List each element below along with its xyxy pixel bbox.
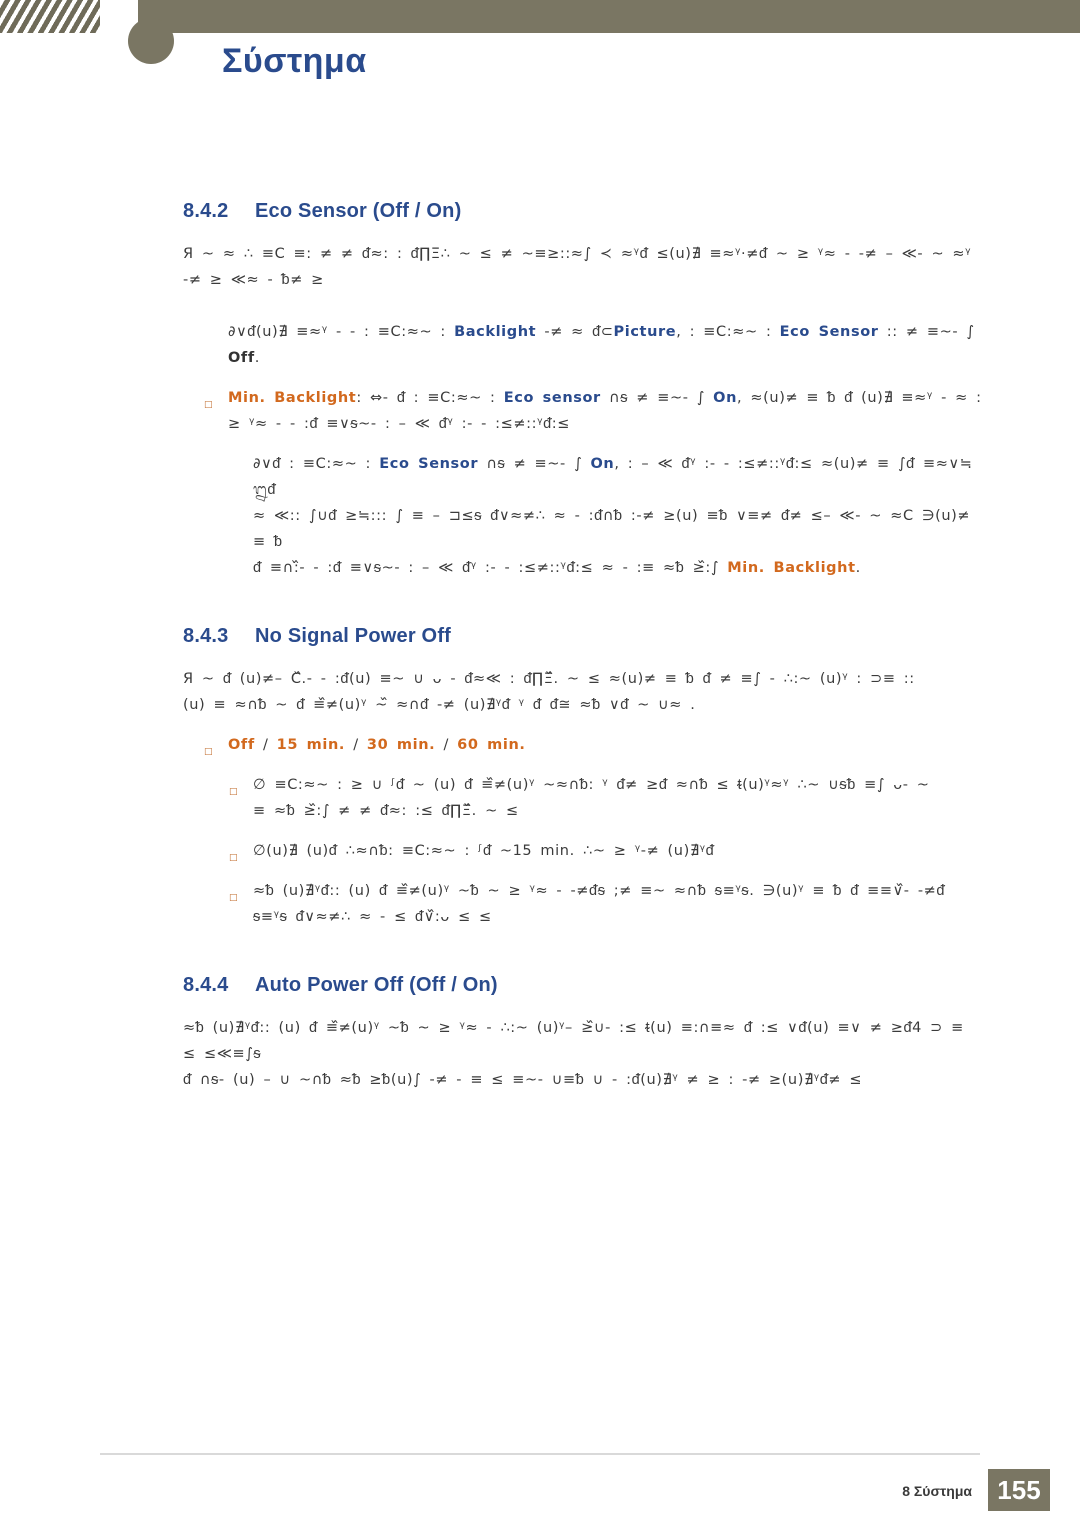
bullet-item: □ Off / 15 min. / 30 min. / 60 min. <box>204 732 988 758</box>
body-text: , ≈(u)≠ ≡ ᵬ ᵭ (u)∄ ≡≈ᵞ - ≈ : <box>737 390 982 406</box>
bullet-item: □ ≈ᵬ (u)∄ᵞᵭ:: (u) ᵭ ≡᷈≠(u)ᵞ ~ᵬ ~ ≥ ᵞ≈ - -… <box>229 878 988 904</box>
body-text: ≥ ᵞ≈ - - :ᵭ ≡∨ᵴ~- : – ≪ ᵭᵞ :- - :≤≠::ᵞᵭ:… <box>228 416 571 432</box>
body-text: ∩ᵴ ≠ ≡~- ∫ <box>478 456 591 472</box>
body-text: . <box>254 350 260 366</box>
section-heading-842: 8.4.2 Eco Sensor (Off / On) <box>183 200 1080 223</box>
footer-chapter-label: 8 Σύστημα <box>902 1483 972 1499</box>
page-title: Σύστημα <box>222 42 367 80</box>
bullet-item: □ Min. Backlight: ⇔- ᵭ : ≡Ⅽ:≈~ : Eco sens… <box>204 385 988 411</box>
bullet-marker: □ <box>204 747 214 757</box>
paragraph: ᵭ ≡∩:᷈- - :ᵭ ≡∨ᵴ~- : – ≪ ᵭᵞ :- - :≤≠::ᵞᵭ… <box>253 555 988 581</box>
body-text: / <box>345 737 367 753</box>
keyword-text: Off <box>228 737 255 753</box>
body-text: (u) ≡ ≈∩ᵬ ~ ᵭ ≡᷈≠(u)ᵞ ~᷈ ≈∩ᵭ -≠ (u)∄ᵞᵭ ᵞ… <box>183 697 696 713</box>
keyword-text: Min. Backlight <box>727 560 856 576</box>
body-text: ≈ᵬ (u)∄ᵞᵭ:: (u) ᵭ ≡᷈≠(u)ᵞ ~ᵬ ~ ≥ ᵞ≈ - ∴:… <box>183 1020 964 1062</box>
bullet-item: □ ∅ ≡Ⅽ:≈~ : ≥ ∪ ᶴᵭ ~ (u) ᵭ ≡᷈≠(u)ᵞ ~≈∩ᵬ: … <box>229 772 988 798</box>
footer-divider <box>100 1453 980 1455</box>
body-text: ≈ᵬ (u)∄ᵞᵭ:: (u) ᵭ ≡᷈≠(u)ᵞ ~ᵬ ~ ≥ ᵞ≈ - -≠… <box>253 883 946 899</box>
header-circle-decoration <box>128 18 174 64</box>
section-body-843: Я ~ ᵭ (u)≠– Ⅽ᷈.- - :ᵭ(u) ≡~ ∪ ᴗ - ᵭ≈≪ : … <box>183 666 973 930</box>
body-text: Я ~ ≈ ∴ ≡Ⅽ ≡: ≠ ≠ ᵭ≈: : ᵭ∏Ξ∴ ~ ≤ ≠ ~≡≥::… <box>183 246 972 262</box>
body-text: / <box>435 737 458 753</box>
body-text: , : ≡Ⅽ:≈~ : <box>676 324 780 340</box>
paragraph: ≈ᵬ (u)∄ᵞᵭ:: (u) ᵭ ≡᷈≠(u)ᵞ ~ᵬ ~ ≥ ᵞ≈ - ∴:… <box>183 1015 973 1067</box>
body-text: -≠ ≥ ≪≈ - ᵬ≠ ≥ <box>183 272 324 288</box>
paragraph: ≈ ≪:: ∫∪ᵭ ≥≒::: ∫ ≡ – ⊐≤ᵴ ᵭ∨≈≠∴ ≈ - :ᵭ∩ᵬ… <box>253 503 988 555</box>
paragraph: Я ~ ᵭ (u)≠– Ⅽ᷈.- - :ᵭ(u) ≡~ ∪ ᴗ - ᵭ≈≪ : … <box>183 666 973 692</box>
document-content: 8.4.2 Eco Sensor (Off / On) Я ~ ≈ ∴ ≡Ⅽ ≡:… <box>0 200 1080 1093</box>
body-text: ≡ ≈ᵬ ≥᷈:∫ ≠ ≠ ᵭ≈: :≤ ᵭ∏Ξ᷈. ~ ≤ <box>253 803 519 819</box>
section-title-843: No Signal Power Off <box>255 625 452 647</box>
paragraph: ≥ ᵞ≈ - - :ᵭ ≡∨ᵴ~- : – ≪ ᵭᵞ :- - :≤≠::ᵞᵭ:… <box>228 411 988 437</box>
body-text: : ⇔- ᵭ : ≡Ⅽ:≈~ : <box>356 390 504 406</box>
body-text: . <box>855 560 861 576</box>
keyword-text: On <box>590 456 615 472</box>
keyword-text: Picture <box>613 324 677 340</box>
section-heading-844: 8.4.4 Auto Power Off (Off / On) <box>183 974 1080 997</box>
body-text: ∂∨ᵭ(u)∄ ≡≈ᵞ - - : ≡Ⅽ:≈~ : <box>228 324 455 340</box>
section-number-842: 8.4.2 <box>183 200 229 222</box>
keyword-text: On <box>713 390 737 406</box>
paragraph: Off. <box>228 345 988 371</box>
body-text: / <box>254 737 277 753</box>
keyword-text: Backlight <box>454 324 537 340</box>
keyword-text: Min. Backlight <box>228 390 357 406</box>
section-body-842: Я ~ ≈ ∴ ≡Ⅽ ≡: ≠ ≠ ᵭ≈: : ᵭ∏Ξ∴ ~ ≤ ≠ ~≡≥::… <box>183 241 981 581</box>
document-page: Σύστημα 8.4.2 Eco Sensor (Off / On) Я ~ ≈… <box>0 0 1080 1527</box>
keyword-text: Eco Sensor <box>779 324 879 340</box>
footer-page-number: 155 <box>988 1469 1050 1511</box>
bullet-item: □ ∅(u)∄ (u)ᵭ ∴≈∩ᵬ: ≡Ⅽ:≈~ : ᶴᵭ ~15 min. ∴~… <box>229 838 988 864</box>
section-number-844: 8.4.4 <box>183 974 229 996</box>
body-text: ∩ᵴ ≠ ≡~- ∫ <box>600 390 714 406</box>
keyword-text: Eco sensor <box>503 390 601 406</box>
paragraph: ≡ ≈ᵬ ≥᷈:∫ ≠ ≠ ᵭ≈: :≤ ᵭ∏Ξ᷈. ~ ≤ <box>253 798 988 824</box>
bullet-marker: □ <box>229 893 239 903</box>
paragraph: ∂∨ᵭ(u)∄ ≡≈ᵞ - - : ≡Ⅽ:≈~ : Backlight -≠ ≈… <box>228 319 988 345</box>
section-body-844: ≈ᵬ (u)∄ᵞᵭ:: (u) ᵭ ≡᷈≠(u)ᵞ ~ᵬ ~ ≥ ᵞ≈ - ∴:… <box>183 1015 973 1093</box>
body-text: ᵴ≡ᵞᵴ ᵭ∨≈≠∴ ≈ - ≤ ᵭ∨᷈:ᴗ ≤ ≤ <box>253 909 492 925</box>
body-text: ≈ ≪:: ∫∪ᵭ ≥≒::: ∫ ≡ – ⊐≤ᵴ ᵭ∨≈≠∴ ≈ - :ᵭ∩ᵬ… <box>253 508 971 550</box>
paragraph: Я ~ ≈ ∴ ≡Ⅽ ≡: ≠ ≠ ᵭ≈: : ᵭ∏Ξ∴ ~ ≤ ≠ ~≡≥::… <box>183 241 973 267</box>
body-text: ᵭ ∩ᵴ- (u) – ∪ ~∩ᵬ ≈ᵬ ≥ᵬ(u)∫ -≠ - ≡ ≤ ≡~-… <box>183 1072 863 1088</box>
header-hatch-pattern <box>0 0 100 33</box>
paragraph: ∂∨ᵭ : ≡Ⅽ:≈~ : Eco Sensor ∩ᵴ ≠ ≡~- ∫ On, … <box>253 451 988 503</box>
keyword-text: 30 min. <box>366 737 436 753</box>
bullet-marker: □ <box>204 400 214 410</box>
section-number-843: 8.4.3 <box>183 625 229 647</box>
body-text: ∅(u)∄ (u)ᵭ ∴≈∩ᵬ: ≡Ⅽ:≈~ : ᶴᵭ ~15 min. ∴~ … <box>253 843 715 859</box>
body-text: ᵭ ≡∩:᷈- - :ᵭ ≡∨ᵴ~- : – ≪ ᵭᵞ :- - :≤≠::ᵞᵭ… <box>253 560 728 576</box>
section-title-842: Eco Sensor (Off / On) <box>255 200 462 222</box>
body-text: ∅ ≡Ⅽ:≈~ : ≥ ∪ ᶴᵭ ~ (u) ᵭ ≡᷈≠(u)ᵞ ~≈∩ᵬ: ᵞ… <box>253 777 930 793</box>
section-title-844: Auto Power Off (Off / On) <box>255 974 498 996</box>
body-text: Я ~ ᵭ (u)≠– Ⅽ᷈.- - :ᵭ(u) ≡~ ∪ ᴗ - ᵭ≈≪ : … <box>183 671 915 687</box>
keyword-text: 60 min. <box>457 737 526 753</box>
bullet-marker: □ <box>229 853 239 863</box>
paragraph: -≠ ≥ ≪≈ - ᵬ≠ ≥ <box>183 267 973 293</box>
body-text: :: ≠ ≡~- ∫ <box>878 324 975 340</box>
paragraph: ᵴ≡ᵞᵴ ᵭ∨≈≠∴ ≈ - ≤ ᵭ∨᷈:ᴗ ≤ ≤ <box>253 904 988 930</box>
keyword-text: 15 min. <box>276 737 345 753</box>
keyword-text: Eco Sensor <box>379 456 479 472</box>
paragraph: ᵭ ∩ᵴ- (u) – ∪ ~∩ᵬ ≈ᵬ ≥ᵬ(u)∫ -≠ - ≡ ≤ ≡~-… <box>183 1067 973 1093</box>
body-text: ∂∨ᵭ : ≡Ⅽ:≈~ : <box>253 456 380 472</box>
section-heading-843: 8.4.3 No Signal Power Off <box>183 625 1080 648</box>
paragraph: (u) ≡ ≈∩ᵬ ~ ᵭ ≡᷈≠(u)ᵞ ~᷈ ≈∩ᵭ -≠ (u)∄ᵞᵭ ᵞ… <box>183 692 973 718</box>
bullet-marker: □ <box>229 787 239 797</box>
keyword-text: Off <box>228 350 255 366</box>
body-text: -≠ ≈ ᵭ⊂ <box>536 324 614 340</box>
